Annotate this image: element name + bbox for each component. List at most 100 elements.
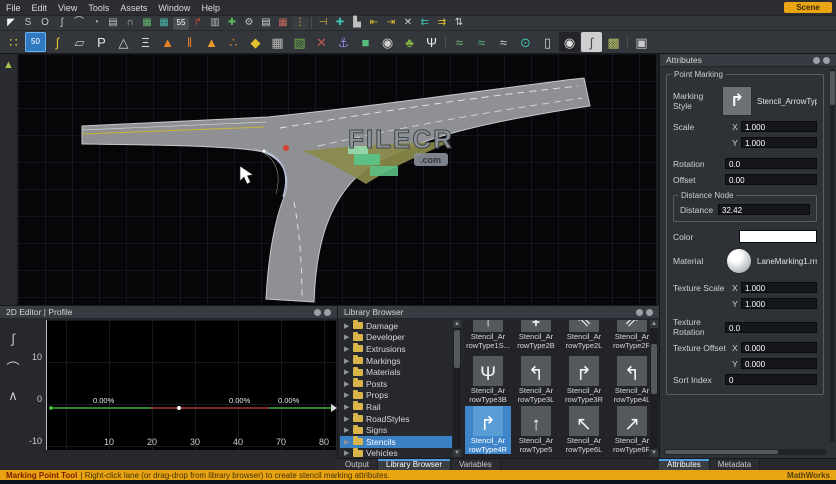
- viewport-3d[interactable]: FILECR .com: [18, 54, 656, 305]
- tree-item-vehicles[interactable]: ▶Vehicles: [340, 448, 452, 457]
- scroll-up-icon[interactable]: ▲: [650, 320, 658, 328]
- repair-tools-icon[interactable]: ✕: [311, 32, 332, 52]
- rotation-input[interactable]: 0.0: [725, 158, 817, 169]
- road-fork-tool-icon[interactable]: Ψ: [421, 32, 442, 52]
- stencil-thumbnail-rowtype2b[interactable]: ⇞Stencil_ArrowType2B: [513, 320, 559, 350]
- distance-input[interactable]: 32.42: [718, 204, 810, 215]
- cone-group-icon[interactable]: ∴: [223, 32, 244, 52]
- attributes-horizontal-scrollbar[interactable]: [664, 449, 826, 455]
- marking-style-thumbnail[interactable]: ↱: [722, 86, 752, 116]
- expand-icon[interactable]: ▶: [344, 357, 350, 365]
- color-swatch[interactable]: [739, 230, 817, 243]
- texture-offset-x-input[interactable]: 0.000: [741, 342, 817, 353]
- stencil-thumbnail-rowtype4l[interactable]: ↰Stencil_ArrowType4L: [609, 356, 649, 404]
- warning-sign-icon[interactable]: ◆: [245, 32, 266, 52]
- texture-offset-y-input[interactable]: 0.000: [741, 358, 817, 369]
- marking-polygon-tool-icon[interactable]: ▱: [69, 32, 90, 52]
- tree-item-rail[interactable]: ▶Rail: [340, 401, 452, 413]
- road-export-tool-icon[interactable]: ʃ: [581, 32, 602, 52]
- panel-close-icon[interactable]: [823, 57, 830, 64]
- prop-tool-icon[interactable]: ⚙: [241, 17, 257, 30]
- expand-icon[interactable]: ▶: [344, 345, 350, 353]
- attributes-vertical-scrollbar[interactable]: [830, 69, 835, 442]
- offset-input[interactable]: 0.00: [725, 174, 817, 185]
- expand-icon[interactable]: ▶: [344, 380, 350, 388]
- surface-stack-tool-icon[interactable]: ≈: [471, 32, 492, 52]
- sort-index-input[interactable]: 0: [725, 374, 817, 385]
- stencil-thumbnail-rowtype2l[interactable]: ⇖Stencil_ArrowType2L: [561, 320, 607, 350]
- tree-item-markings[interactable]: ▶Markings: [340, 355, 452, 367]
- tree-item-stencils[interactable]: ▶Stencils: [340, 436, 452, 448]
- stencil-thumbnail-rowtype2r[interactable]: ⇗Stencil_ArrowType2R: [609, 320, 649, 350]
- tree-item-roadstyles[interactable]: ▶RoadStyles: [340, 413, 452, 425]
- stencil-thumbnail-rowtype3b[interactable]: ΨStencil_ArrowType3B: [465, 356, 511, 404]
- material-thumbnail[interactable]: [726, 248, 752, 274]
- tab-variables[interactable]: Variables: [451, 459, 501, 470]
- panel-options-icon[interactable]: [314, 309, 321, 316]
- select-tool-icon[interactable]: ◤: [3, 17, 19, 30]
- yield-marking-tool-icon[interactable]: △: [113, 32, 134, 52]
- road-arc-tool-icon[interactable]: ⌒: [71, 17, 87, 30]
- stencil-thumbnail-rowtype6l[interactable]: ↖Stencil_ArrowType6L: [561, 406, 607, 454]
- scroll-down-icon[interactable]: ▼: [650, 449, 658, 457]
- delineator-posts-icon[interactable]: ‖: [179, 32, 200, 52]
- panel-close-icon[interactable]: [646, 309, 653, 316]
- lane-shift-left-tool-icon[interactable]: ⇇: [417, 17, 433, 30]
- bridge-tool-icon[interactable]: ∩: [122, 17, 138, 30]
- profile-curve-icon[interactable]: ∫: [4, 330, 22, 346]
- terrain-patch-tool-icon[interactable]: ▧: [289, 32, 310, 52]
- menu-assets[interactable]: Assets: [120, 3, 147, 13]
- crosswalk-marking-tool-icon[interactable]: Ξ: [135, 32, 156, 52]
- tab-metadata[interactable]: Metadata: [710, 459, 760, 470]
- tree-item-signs[interactable]: ▶Signs: [340, 424, 452, 436]
- scene-button[interactable]: Scene: [784, 2, 832, 13]
- gateway-tool-icon[interactable]: ▯: [537, 32, 558, 52]
- profile-plot[interactable]: 1020304070800.00%0.00%0.00%: [46, 320, 336, 450]
- lane-insert-right-tool-icon[interactable]: ⇥: [383, 17, 399, 30]
- scale-y-input[interactable]: 1.000: [741, 137, 817, 148]
- scale-x-input[interactable]: 1.000: [741, 121, 817, 132]
- expand-icon[interactable]: ▶: [344, 403, 350, 411]
- tree-item-materials[interactable]: ▶Materials: [340, 366, 452, 378]
- heightmap-tool-icon[interactable]: ▙: [349, 17, 365, 30]
- protractor-tool-icon[interactable]: ◔: [88, 17, 104, 30]
- ground-tile-tool-icon[interactable]: ■: [355, 32, 376, 52]
- expand-icon[interactable]: ▶: [344, 438, 350, 446]
- menu-tools[interactable]: Tools: [88, 3, 109, 13]
- stage-export-tool-icon[interactable]: ▩: [603, 32, 624, 52]
- stencil-thumbnail-rowtype6r[interactable]: ↗Stencil_ArrowType6R: [609, 406, 649, 454]
- lane-insert-left-tool-icon[interactable]: ⇤: [366, 17, 382, 30]
- traffic-signal-tool-icon[interactable]: ⋮: [292, 17, 308, 30]
- road-plan-tool-icon[interactable]: S: [20, 17, 36, 30]
- panel-close-icon[interactable]: [324, 309, 331, 316]
- panel-options-icon[interactable]: [813, 57, 820, 64]
- menu-window[interactable]: Window: [158, 3, 190, 13]
- menu-file[interactable]: File: [6, 3, 21, 13]
- menu-edit[interactable]: Edit: [32, 3, 48, 13]
- scroll-up-icon[interactable]: ▲: [453, 320, 461, 328]
- highway-tool-icon[interactable]: ▤: [105, 17, 121, 30]
- junction-surface-tool-icon[interactable]: ▦: [275, 17, 291, 30]
- lane-add-tool-icon[interactable]: ✚: [332, 17, 348, 30]
- panel-options-icon[interactable]: [636, 309, 643, 316]
- lane-cut-tool-icon[interactable]: ✕: [400, 17, 416, 30]
- scroll-down-icon[interactable]: ▼: [453, 449, 461, 457]
- lane-shift-right-tool-icon[interactable]: ⇉: [434, 17, 450, 30]
- parking-marking-tool-icon[interactable]: P: [91, 32, 112, 52]
- barricade-icon[interactable]: ▲: [201, 32, 222, 52]
- tree-item-posts[interactable]: ▶Posts: [340, 378, 452, 390]
- expand-icon[interactable]: ▶: [344, 333, 350, 341]
- menu-help[interactable]: Help: [201, 3, 220, 13]
- copy-scene-tool-icon[interactable]: ▣: [631, 32, 652, 52]
- marking-stripes-tool-icon[interactable]: ∷: [3, 32, 24, 52]
- tree-item-damage[interactable]: ▶Damage: [340, 320, 452, 332]
- tab-attributes[interactable]: Attributes: [659, 459, 710, 470]
- thumbnails-scrollbar[interactable]: ▲ ▼: [650, 320, 658, 457]
- tab-output[interactable]: Output: [337, 459, 378, 470]
- road-spline-tool-icon[interactable]: ʃ: [54, 17, 70, 30]
- lane-width-tool-icon[interactable]: ⊣: [315, 17, 331, 30]
- expand-icon[interactable]: ▶: [344, 415, 350, 423]
- speed-limit-tool-icon[interactable]: 55: [173, 17, 189, 30]
- camera-sensor-icon[interactable]: ◉: [377, 32, 398, 52]
- lane-branch-tool-icon[interactable]: ↱: [190, 17, 206, 30]
